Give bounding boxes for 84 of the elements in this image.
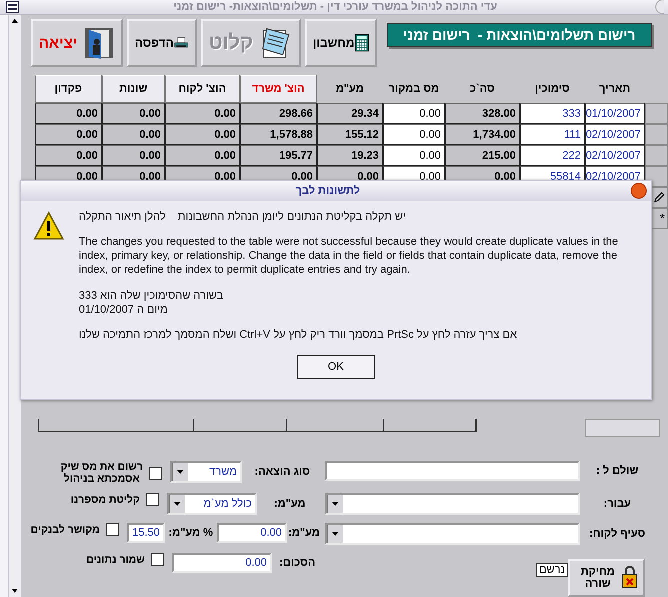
table-cell[interactable]: 0.00 bbox=[383, 103, 445, 124]
table-cell: 0.00 bbox=[102, 145, 165, 166]
field-label: סעיף לקוח: bbox=[588, 528, 647, 540]
field-label: % מע"מ: bbox=[168, 527, 214, 539]
form-title: רישום תשלומים\הוצאות - רישום זמני bbox=[387, 23, 652, 47]
table-cell: 155.12 bbox=[317, 124, 383, 145]
field-label: סוג הוצאה: bbox=[254, 466, 312, 478]
print-button[interactable]: הדפסה bbox=[127, 19, 197, 67]
table-cell[interactable]: 0.00 bbox=[383, 124, 445, 145]
lock-icon bbox=[621, 566, 639, 590]
dropdown-field[interactable] bbox=[325, 523, 580, 545]
field-label: מע"מ: bbox=[273, 498, 307, 510]
column-header: סה`כ bbox=[469, 82, 496, 97]
input-field[interactable] bbox=[325, 461, 580, 481]
table-cell[interactable]: 333 bbox=[520, 103, 585, 124]
checkbox-label: קליטת מספרנו bbox=[70, 494, 140, 506]
table-cell: 0.00 bbox=[35, 103, 102, 124]
table-cell: 0.00 bbox=[35, 124, 102, 145]
input-field[interactable]: 0.00 bbox=[172, 553, 272, 573]
scrollbar[interactable] bbox=[8, 15, 22, 597]
dropdown-field[interactable]: כולל מע`מ bbox=[167, 493, 257, 515]
input-field[interactable]: 15.50 bbox=[127, 523, 165, 543]
checkbox-label: רשום את מס שיק אסמכתא בניהול bbox=[60, 461, 143, 485]
dropdown-icon[interactable] bbox=[332, 532, 339, 536]
table-cell: 0.00 bbox=[165, 145, 240, 166]
table-cell[interactable]: 111 bbox=[520, 124, 585, 145]
dialog-title: לתשונות לבך bbox=[294, 185, 362, 197]
field-label: עבור: bbox=[602, 498, 632, 510]
table-cell: 215.00 bbox=[445, 145, 520, 166]
column-header: מע"מ bbox=[335, 82, 365, 97]
table-cell: 0.00 bbox=[102, 124, 165, 145]
ok-button[interactable]: OK bbox=[297, 355, 375, 379]
status-label: נרשם bbox=[536, 563, 568, 577]
warning-icon bbox=[33, 211, 65, 241]
field-label: שולם ל : bbox=[595, 465, 640, 477]
dropdown-icon[interactable] bbox=[177, 470, 184, 474]
column-header: פקדון bbox=[35, 75, 102, 103]
checkbox[interactable] bbox=[146, 493, 159, 506]
field-label: הסכום: bbox=[278, 557, 316, 569]
table-cell: 1,578.88 bbox=[240, 124, 317, 145]
table-cell: 0.00 bbox=[102, 103, 165, 124]
door-icon bbox=[83, 26, 115, 60]
error-detail: מיום ה 01/10/2007 bbox=[79, 303, 169, 317]
error-detail: בשורה שהסימוכין שלה הוא 333 bbox=[79, 289, 224, 303]
delete-row-button[interactable]: מחיקת שורה bbox=[568, 559, 645, 597]
table-cell[interactable]: 0.00 bbox=[383, 145, 445, 166]
input-field[interactable]: 0.00 bbox=[217, 523, 287, 543]
table-cell: 1,734.00 bbox=[445, 124, 520, 145]
pencil-icon bbox=[653, 192, 665, 204]
close-icon[interactable] bbox=[631, 183, 647, 199]
help-text: אם צריך עזרה לחץ על PrtSc במסמך וורד ריק לחץ על Ctrl+V ושלח המסמך למרכז התמיכה שלנו bbox=[79, 329, 518, 341]
dropdown-icon[interactable] bbox=[174, 502, 181, 506]
table-cell: 328.00 bbox=[445, 103, 520, 124]
column-header: סימוכין bbox=[534, 82, 571, 97]
table-cell[interactable]: 01/10/2007 bbox=[585, 103, 645, 124]
table-cell: 0.00 bbox=[165, 124, 240, 145]
table-cell: 195.77 bbox=[240, 145, 317, 166]
column-header: שונות bbox=[102, 75, 165, 103]
column-header: מס במקור bbox=[388, 82, 440, 97]
column-header: תאריך bbox=[598, 82, 632, 97]
column-header: הוצ' לקוח bbox=[165, 75, 240, 103]
calculator-button[interactable]: מחשבון bbox=[305, 19, 377, 67]
window-menu-icon[interactable] bbox=[6, 1, 19, 13]
dropdown-field[interactable]: משרד bbox=[170, 461, 242, 483]
table-cell[interactable]: 02/10/2007 bbox=[585, 145, 645, 166]
checkbox[interactable] bbox=[106, 523, 119, 536]
checkbox-label: שמור נתונים bbox=[86, 554, 145, 566]
dropdown-field[interactable] bbox=[325, 493, 580, 515]
dropdown-icon[interactable] bbox=[332, 502, 339, 506]
table-cell: 0.00 bbox=[165, 103, 240, 124]
error-message: The changes you requested to the table were not successful because they would create duplicate values in the index, primary key, or relationship. Change the data in the field or fields that contain duplicate data, remove the index, or redefine the index to permit duplicate entries and try again. bbox=[79, 235, 620, 277]
checkbox-label: מקושר לבנקים bbox=[30, 524, 100, 536]
table-cell: 298.66 bbox=[240, 103, 317, 124]
column-header: הוצ' משרד bbox=[240, 75, 317, 103]
checkbox[interactable] bbox=[149, 466, 162, 480]
field-label: מע"מ: bbox=[290, 527, 320, 539]
table-cell: 19.23 bbox=[317, 145, 383, 166]
table-cell: 0.00 bbox=[35, 145, 102, 166]
table-cell[interactable]: 02/10/2007 bbox=[585, 124, 645, 145]
window-title: עדי התוכה לניהול במשרד עורכי דין - תשלומים\הוצאות- רישום זמני bbox=[172, 1, 498, 13]
error-heading: יש תקלה בקליטת הנתונים ליומן הנהלת החשבונות להלן תיאור התקלה bbox=[79, 211, 407, 223]
checkbox[interactable] bbox=[151, 553, 164, 566]
table-cell: 29.34 bbox=[317, 103, 383, 124]
table-cell[interactable]: 222 bbox=[520, 145, 585, 166]
